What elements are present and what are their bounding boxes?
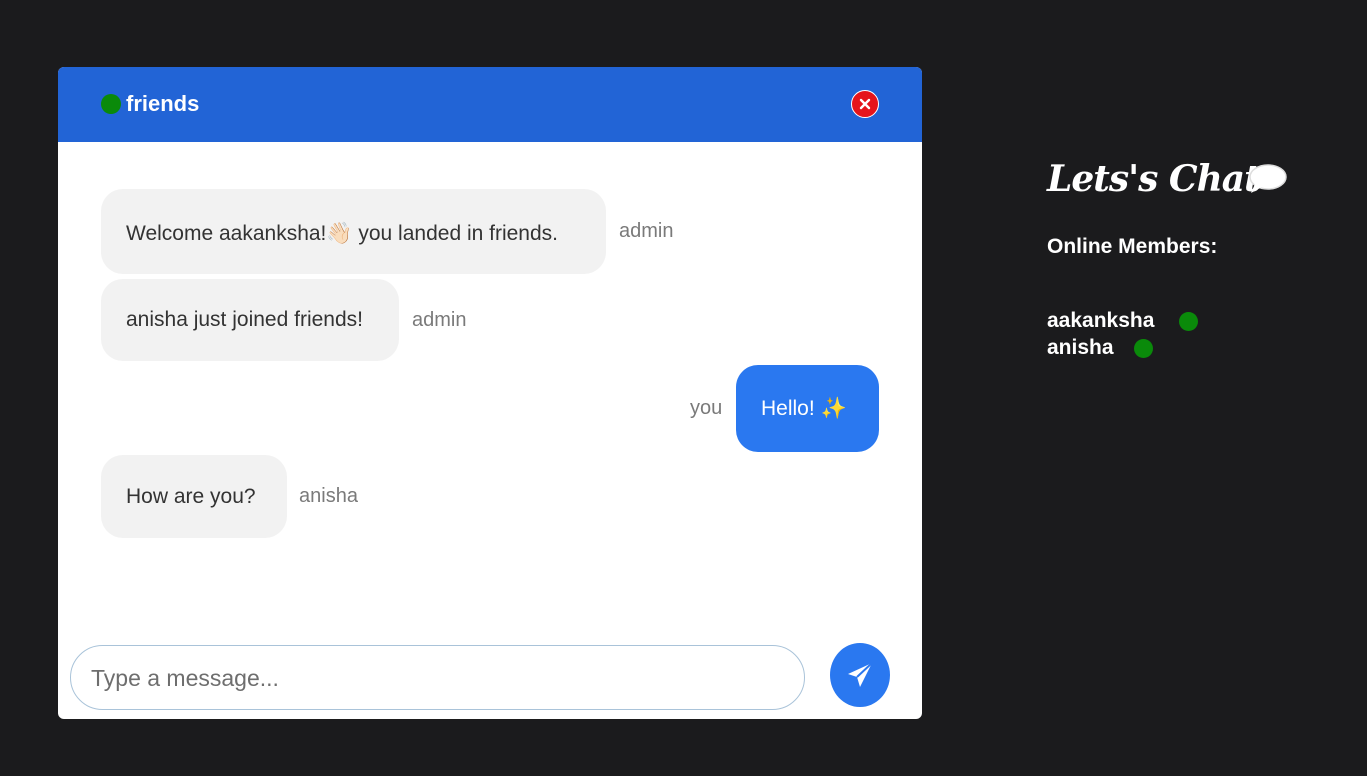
message-text: How are you?: [126, 485, 256, 508]
message-sender: you: [690, 397, 723, 419]
chat-window: friends Welcome aakanksha!👋🏻 you landed …: [58, 67, 922, 719]
message-sender: admin: [619, 220, 674, 242]
online-members-heading: Online Members:: [1047, 235, 1218, 258]
member-name: aakanksha: [1047, 309, 1155, 332]
online-status-dot: [101, 94, 121, 114]
send-button[interactable]: [830, 643, 890, 707]
member-name: anisha: [1047, 336, 1114, 359]
chat-header: friends: [58, 67, 922, 142]
message-bubble: Welcome aakanksha!👋🏻 you landed in frien…: [101, 189, 606, 274]
message-sender: anisha: [299, 485, 358, 507]
message-bubble: How are you?: [101, 455, 287, 538]
send-icon: [848, 662, 873, 687]
speech-bubble-icon: [1249, 164, 1287, 193]
message-bubble: anisha just joined friends!: [101, 279, 399, 361]
message-input-wrapper: [70, 645, 805, 710]
message-text: anisha just joined friends!: [126, 308, 363, 331]
message-sender: admin: [412, 309, 467, 331]
close-icon: [859, 98, 871, 110]
message-text: Welcome aakanksha!👋🏻 you landed in frien…: [126, 222, 558, 245]
online-status-dot: [1179, 312, 1198, 331]
online-status-dot: [1134, 339, 1153, 358]
close-button[interactable]: [851, 90, 879, 118]
app-title: Lets's Chat: [1047, 158, 1261, 200]
own-message-bubble: Hello! ✨: [736, 365, 879, 452]
room-name: friends: [126, 91, 200, 116]
message-input[interactable]: [89, 660, 783, 696]
message-text: Hello! ✨: [761, 397, 847, 420]
